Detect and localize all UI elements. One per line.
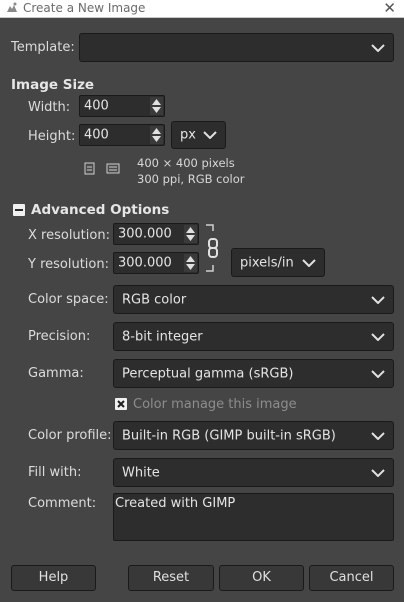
width-label: Width: (28, 100, 71, 115)
height-spinbox[interactable]: 400 (79, 124, 165, 146)
comment-textarea[interactable]: Created with GIMP (113, 493, 394, 541)
close-icon[interactable]: ✕ (383, 0, 396, 17)
color-manage-checkbox[interactable] (115, 398, 127, 410)
decrement-icon[interactable] (152, 136, 161, 142)
chevron-down-icon (371, 295, 385, 304)
color-space-select[interactable]: RGB color (113, 285, 394, 314)
chevron-down-icon (371, 431, 385, 440)
portrait-icon[interactable] (84, 162, 95, 175)
precision-label: Precision: (28, 329, 91, 344)
height-label: Height: (28, 129, 76, 144)
decrement-icon[interactable] (152, 107, 161, 113)
image-size-heading: Image Size (11, 77, 95, 93)
resolution-unit-select[interactable]: pixels/in (231, 248, 325, 277)
width-spinbox[interactable]: 400 (79, 95, 165, 117)
chevron-down-icon (302, 258, 316, 267)
pixel-size-info: 400 × 400 pixels (137, 156, 235, 170)
ok-button[interactable]: OK (219, 565, 304, 591)
chevron-down-icon (371, 43, 385, 52)
chevron-down-icon (203, 131, 217, 139)
chevron-down-icon (371, 369, 385, 378)
collapse-icon[interactable] (13, 204, 25, 216)
decrement-icon[interactable] (186, 235, 195, 241)
landscape-icon[interactable] (106, 163, 120, 174)
color-profile-label: Color profile: (28, 428, 112, 443)
cancel-button[interactable]: Cancel (309, 565, 394, 591)
x-resolution-label: X resolution: (28, 228, 110, 243)
x-resolution-spinbox[interactable]: 300.000 (113, 223, 199, 245)
color-profile-select[interactable]: Built-in RGB (GIMP built-in sRGB) (113, 421, 394, 450)
reset-button[interactable]: Reset (128, 565, 214, 591)
chevron-down-icon (371, 468, 385, 477)
gamma-select[interactable]: Perceptual gamma (sRGB) (113, 359, 394, 388)
resolution-info: 300 ppi, RGB color (137, 172, 245, 186)
precision-select[interactable]: 8-bit integer (113, 322, 394, 351)
y-resolution-spinbox[interactable]: 300.000 (113, 252, 199, 274)
increment-icon[interactable] (186, 227, 195, 233)
fill-with-select[interactable]: White (113, 458, 394, 487)
comment-text: Created with GIMP (115, 496, 236, 511)
comment-label: Comment: (28, 496, 97, 511)
increment-icon[interactable] (186, 256, 195, 262)
y-resolution-label: Y resolution: (28, 257, 109, 272)
fill-with-label: Fill with: (28, 465, 82, 480)
window-title: Create a New Image (23, 1, 146, 15)
unit-select[interactable]: px (171, 121, 226, 149)
color-space-label: Color space: (28, 292, 109, 307)
gamma-label: Gamma: (28, 366, 84, 381)
advanced-options-heading[interactable]: Advanced Options (31, 202, 169, 218)
check-x-icon (117, 400, 125, 408)
chevron-down-icon (371, 332, 385, 341)
template-label: Template: (11, 40, 75, 55)
chain-link-icon[interactable] (203, 223, 219, 273)
decrement-icon[interactable] (186, 264, 195, 270)
gimp-icon (7, 2, 17, 12)
template-select[interactable] (79, 33, 394, 62)
increment-icon[interactable] (152, 128, 161, 134)
increment-icon[interactable] (152, 99, 161, 105)
color-manage-label: Color manage this image (133, 397, 297, 412)
help-button[interactable]: Help (11, 565, 96, 591)
title-bar: Create a New Image ✕ (0, 0, 404, 18)
